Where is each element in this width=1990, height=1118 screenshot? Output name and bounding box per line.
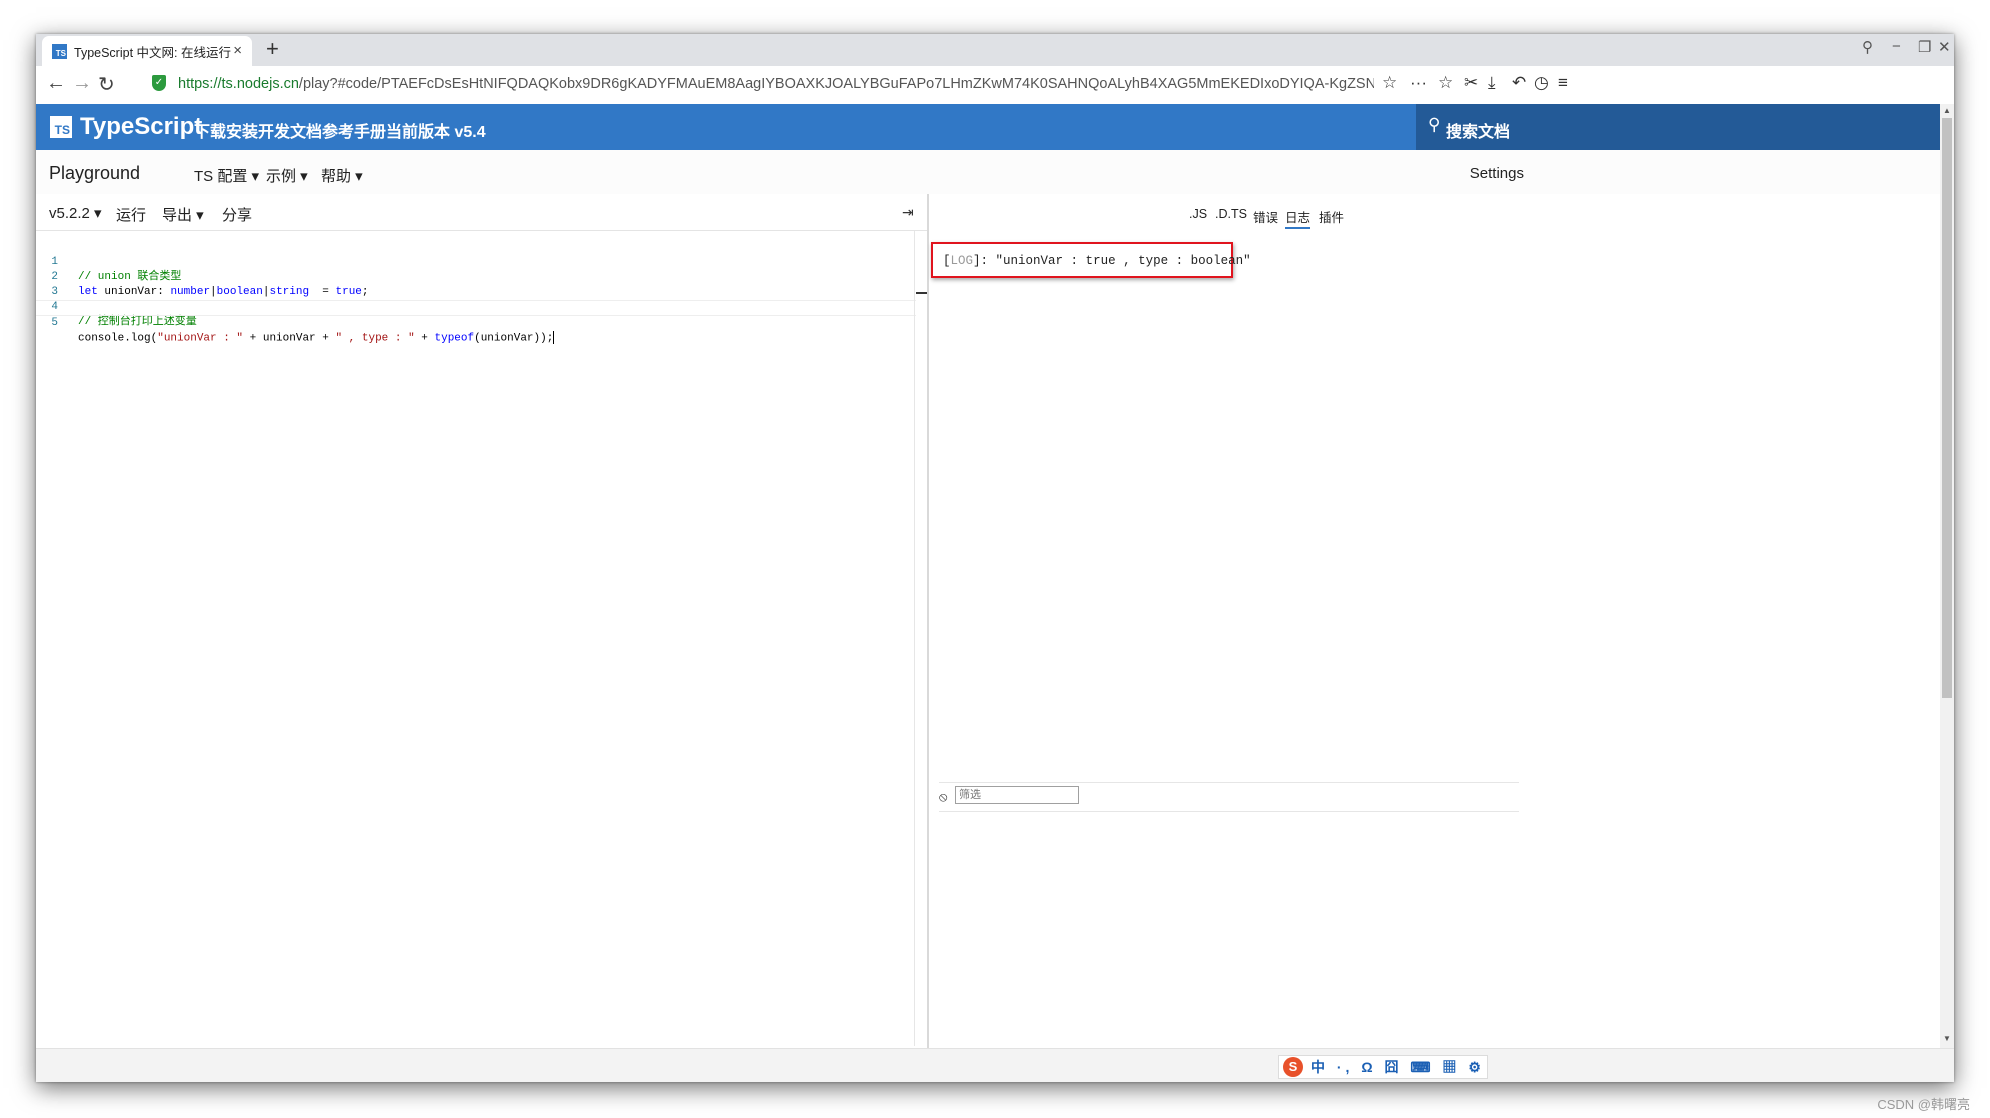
code-text: (unionVar));: [474, 332, 554, 345]
playground-bar: Playground TS 配置 ▾ 示例 ▾ 帮助 ▾ Settings: [36, 150, 1954, 194]
log-bracket: ]:: [973, 254, 996, 268]
log-entry: [LOG]: "unionVar : true , type : boolean…: [943, 254, 1251, 268]
overview-ruler-mark: [916, 292, 927, 294]
settings-link[interactable]: Settings: [1470, 165, 1524, 182]
code-line: 1 // union 联合类型: [36, 240, 916, 283]
tab-strip: TS TypeScript 中文网: 在线运行 × + ⚲ − ❐ ✕: [36, 34, 1954, 66]
bookmark-star-icon[interactable]: ☆: [1382, 73, 1397, 93]
ts-config-menu[interactable]: TS 配置 ▾: [194, 165, 259, 186]
history-icon[interactable]: ◷: [1534, 73, 1549, 93]
typescript-favicon-icon: TS: [52, 43, 67, 59]
scroll-up-icon[interactable]: ▲: [1943, 106, 1951, 115]
scissors-icon[interactable]: ✂: [1464, 73, 1478, 93]
search-docs-label: 搜索文档: [1446, 124, 1511, 141]
pin-icon[interactable]: ⚲: [1862, 38, 1873, 56]
tab-plugins[interactable]: 插件: [1319, 207, 1344, 226]
sogou-logo-icon[interactable]: S: [1283, 1057, 1303, 1077]
collapse-sidebar-icon[interactable]: ⇥: [902, 204, 914, 221]
browser-window: TS TypeScript 中文网: 在线运行 × + ⚲ − ❐ ✕ ← → …: [36, 34, 1954, 1082]
site-header: TS TypeScript 下载安装 开发文档 参考手册 当前版本 v5.4 ⚲…: [36, 104, 1954, 150]
restore-icon[interactable]: ❐: [1918, 38, 1931, 56]
tab-title: TypeScript 中文网: 在线运行: [74, 45, 231, 60]
tab-js[interactable]: .JS: [1189, 207, 1207, 221]
code-string: "unionVar : ": [157, 332, 244, 345]
page-title: Playground: [49, 163, 141, 183]
tab-errors[interactable]: 错误: [1253, 207, 1278, 226]
share-button[interactable]: 分享: [222, 204, 252, 225]
site-brand[interactable]: TypeScript: [80, 113, 202, 141]
run-button[interactable]: 运行: [116, 204, 146, 225]
filter-input[interactable]: [955, 786, 1079, 804]
text-caret: [553, 331, 555, 344]
code-comment: // 控制台打印上述变量: [78, 316, 197, 328]
bottom-strip: S 中 ·, Ω 囧 ⌨ ▦ ⚙: [36, 1048, 1954, 1082]
code-text: +: [414, 332, 435, 345]
typescript-logo-icon[interactable]: TS: [50, 116, 72, 138]
version-select[interactable]: v5.2.2 ▾: [49, 204, 102, 222]
url-path: /play?#code/PTAEFcDsEsHtNIFQDAQKobx9DR6g…: [298, 76, 1374, 92]
url-field[interactable]: https://ts.nodejs.cn/play?#code/PTAEFcDs…: [178, 76, 1374, 92]
nav-download[interactable]: 下载安装: [194, 118, 258, 142]
ime-buttons[interactable]: 中 ·, Ω 囧 ⌨ ▦ ⚙: [1311, 1057, 1485, 1077]
scroll-down-icon[interactable]: ▼: [1943, 1034, 1951, 1043]
log-filter-bar: ⦸: [939, 782, 1519, 812]
code-line-current: 5 console.log("unionVar : " + unionVar +…: [36, 300, 916, 344]
tab-logs[interactable]: 日志: [1285, 207, 1311, 229]
ime-toolbar[interactable]: S 中 ·, Ω 囧 ⌨ ▦ ⚙: [1278, 1055, 1488, 1079]
help-menu[interactable]: 帮助 ▾: [321, 165, 363, 186]
download-icon[interactable]: ⤓: [1488, 73, 1496, 93]
code-text: + unionVar +: [243, 332, 336, 345]
minimize-icon[interactable]: −: [1892, 38, 1901, 55]
close-window-icon[interactable]: ✕: [1938, 38, 1951, 56]
nav-docs[interactable]: 开发文档: [258, 118, 322, 142]
editor-pane: v5.2.2 ▾ 运行 导出 ▾ 分享 ⇥ 1 // union 联合类型 2 …: [36, 194, 927, 1048]
watermark: CSDN @韩曙亮: [1877, 1097, 1970, 1112]
code-text: console.log(: [78, 332, 158, 345]
favorites-icon[interactable]: ☆: [1438, 73, 1453, 93]
secure-shield-icon: ✓: [152, 75, 166, 91]
tab-close-icon[interactable]: ×: [233, 42, 242, 59]
more-icon[interactable]: ···: [1410, 73, 1427, 93]
scroll-thumb[interactable]: [1942, 118, 1952, 698]
back-icon[interactable]: ←: [46, 72, 66, 95]
code-editor[interactable]: 1 // union 联合类型 2 let unionVar: number|b…: [36, 231, 927, 1046]
forward-icon[interactable]: →: [72, 72, 92, 95]
search-icon: ⚲: [1428, 115, 1441, 134]
editor-ruler: [914, 231, 915, 1046]
nav-version[interactable]: 当前版本 v5.4: [386, 118, 486, 142]
browser-tab[interactable]: TS TypeScript 中文网: 在线运行 ×: [42, 36, 252, 66]
code-line: 4 // 控制台打印上述变量: [36, 285, 916, 328]
undo-icon[interactable]: ↶: [1512, 73, 1526, 93]
line-number: 5: [51, 317, 58, 329]
page-scrollbar[interactable]: ▲ ▼: [1940, 104, 1954, 1048]
address-bar: ← → ↻ ✓ https://ts.nodejs.cn/play?#code/…: [36, 66, 1954, 105]
log-highlight-box: [LOG]: "unionVar : true , type : boolean…: [931, 242, 1251, 278]
nav-handbook[interactable]: 参考手册: [322, 118, 386, 142]
output-pane: .JS .D.TS 错误 日志 插件 [LOG]: "unionVar : tr…: [929, 194, 1949, 1048]
code-string: " , type : ": [335, 332, 415, 345]
url-host: ts.nodejs.cn: [221, 76, 299, 92]
code-keyword: typeof: [434, 332, 475, 345]
clear-logs-icon[interactable]: ⦸: [939, 789, 947, 805]
log-bracket: [: [943, 254, 951, 268]
url-scheme: https://: [178, 76, 222, 92]
log-message: "unionVar : true , type : boolean": [995, 254, 1251, 268]
code-line: 3: [36, 270, 916, 298]
editor-toolbar: v5.2.2 ▾ 运行 导出 ▾ 分享 ⇥: [36, 194, 927, 231]
tab-dts[interactable]: .D.TS: [1215, 207, 1247, 221]
new-tab-icon[interactable]: +: [266, 36, 279, 62]
code-line: 2 let unionVar: number|boolean|string = …: [36, 255, 916, 298]
search-docs-button[interactable]: ⚲ 搜索文档: [1416, 104, 1954, 150]
reload-icon[interactable]: ↻: [98, 72, 115, 97]
examples-menu[interactable]: 示例 ▾: [266, 165, 308, 186]
export-menu[interactable]: 导出 ▾: [162, 204, 204, 225]
log-tag: LOG: [950, 254, 974, 268]
menu-icon[interactable]: ≡: [1558, 73, 1568, 93]
